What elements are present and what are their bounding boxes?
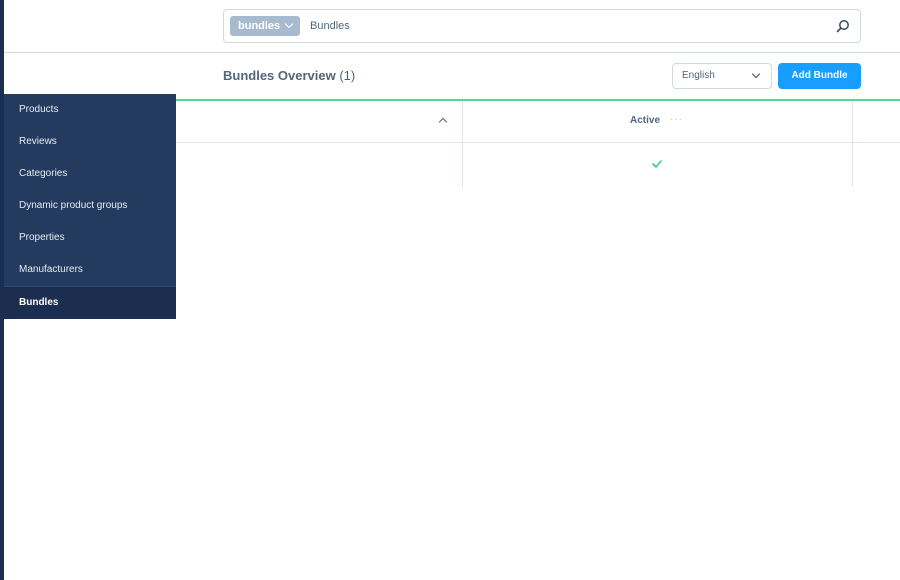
nav-item-reviews[interactable]: Reviews bbox=[4, 126, 176, 158]
add-bundle-button[interactable]: Add Bundle bbox=[778, 63, 861, 89]
nav-item-dynamic-product-groups[interactable]: Dynamic product groups bbox=[4, 190, 176, 222]
language-select[interactable]: English bbox=[672, 63, 772, 89]
nav-item-categories[interactable]: Categories bbox=[4, 158, 176, 190]
chevron-down-icon bbox=[284, 19, 294, 29]
nav-item-manufacturers[interactable]: Manufacturers bbox=[4, 254, 176, 286]
search-type-dropdown[interactable]: bundles bbox=[230, 16, 300, 36]
page-title-text: Bundles Overview bbox=[223, 68, 336, 83]
nav-item-bundles[interactable]: Bundles bbox=[4, 286, 176, 319]
search-bar[interactable]: bundles Bundles bbox=[223, 9, 861, 43]
column-header-active[interactable]: Active bbox=[630, 115, 660, 126]
chevron-down-icon bbox=[751, 69, 761, 79]
page-title: Bundles Overview (1) bbox=[223, 68, 355, 83]
checkmark-icon bbox=[652, 160, 662, 168]
nav-item-properties[interactable]: Properties bbox=[4, 222, 176, 254]
page-title-count: (1) bbox=[339, 68, 356, 83]
smart-bar: Bundles Overview (1) English Add Bundle bbox=[4, 53, 900, 100]
page: bundles Bundles Bundles Overview (1) Eng… bbox=[0, 0, 900, 580]
top-bar: bundles Bundles bbox=[4, 0, 900, 53]
language-select-value: English bbox=[682, 70, 715, 81]
nav-item-products[interactable]: Products bbox=[4, 94, 176, 126]
column-divider bbox=[462, 101, 463, 187]
search-icon[interactable] bbox=[836, 19, 850, 33]
column-menu-icon[interactable]: ··· bbox=[670, 114, 683, 125]
column-divider bbox=[852, 101, 853, 187]
search-type-label: bundles bbox=[238, 20, 281, 32]
catalogue-flyout-menu: Products Reviews Categories Dynamic prod… bbox=[4, 94, 176, 319]
search-input[interactable]: Bundles bbox=[310, 10, 350, 42]
sort-ascending-icon[interactable] bbox=[438, 117, 448, 127]
